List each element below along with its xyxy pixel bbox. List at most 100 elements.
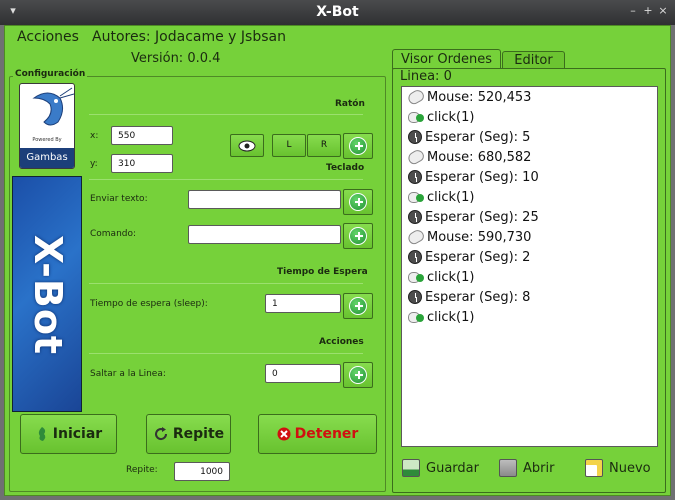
list-item[interactable]: Esperar (Seg): 2 — [408, 248, 530, 266]
list-item[interactable]: Esperar (Seg): 8 — [408, 288, 530, 306]
plus-icon — [355, 302, 363, 310]
repite-input[interactable]: 1000 — [174, 462, 230, 481]
title-bar: ▾ X-Bot – + × — [0, 0, 675, 25]
list-item[interactable]: Esperar (Seg): 5 — [408, 128, 530, 146]
plus-icon — [355, 198, 363, 206]
espera-title: Tiempo de Espera — [277, 267, 368, 277]
plus-icon — [355, 232, 363, 240]
add-sleep-button[interactable] — [343, 293, 373, 319]
teclado-separator — [89, 179, 363, 180]
list-item[interactable]: click(1) — [408, 188, 474, 206]
mouse-icon — [406, 227, 426, 247]
clock-icon — [408, 290, 422, 304]
list-item[interactable]: click(1) — [408, 108, 474, 126]
close-icon[interactable]: × — [658, 5, 668, 17]
guardar-label: Guardar — [426, 460, 479, 476]
click-icon — [408, 270, 424, 284]
list-item[interactable]: click(1) — [408, 308, 474, 326]
list-item-text: click(1) — [427, 189, 475, 205]
teclado-title: Teclado — [326, 163, 365, 173]
saltar-input[interactable]: 0 — [265, 364, 341, 383]
list-item[interactable]: Mouse: 590,730 — [406, 227, 532, 247]
detener-button[interactable]: Detener — [258, 414, 377, 454]
mouse-icon — [406, 87, 426, 107]
nuevo-button[interactable]: Nuevo — [585, 459, 651, 477]
raton-title: Ratón — [335, 99, 365, 109]
clock-icon — [408, 250, 422, 264]
stop-icon — [277, 427, 291, 441]
add-command-button[interactable] — [343, 223, 373, 249]
capture-position-button[interactable] — [230, 134, 264, 157]
raton-separator — [89, 114, 363, 115]
nuevo-label: Nuevo — [609, 460, 651, 476]
list-item[interactable]: click(1) — [408, 268, 474, 286]
powered-by-label: Powered By — [32, 137, 62, 143]
tab-visor-ordenes[interactable]: Visor Ordenes — [392, 49, 501, 69]
list-item-text: Mouse: 590,730 — [427, 229, 532, 245]
list-item[interactable]: Esperar (Seg): 25 — [408, 208, 539, 226]
list-item-text: Esperar (Seg): 5 — [425, 129, 531, 145]
saltar-label: Saltar a la Linea: — [90, 369, 166, 379]
xbot-logo-text: X-Bot — [26, 234, 70, 356]
list-item-text: Esperar (Seg): 25 — [425, 209, 539, 225]
clock-icon — [408, 130, 422, 144]
shrimp-icon — [32, 87, 74, 126]
click-icon — [408, 110, 424, 124]
add-jump-button[interactable] — [343, 362, 373, 388]
maximize-icon[interactable]: + — [643, 5, 653, 17]
gambas-label: Gambas — [20, 148, 74, 168]
comando-input[interactable] — [188, 225, 341, 244]
menu-acciones[interactable]: Acciones — [17, 29, 79, 45]
abrir-button[interactable]: Abrir — [499, 459, 554, 477]
save-icon — [402, 459, 420, 477]
list-item-text: Esperar (Seg): 2 — [425, 249, 531, 265]
click-icon — [408, 190, 424, 204]
list-item[interactable]: Mouse: 680,582 — [406, 147, 532, 167]
plus-icon — [355, 371, 363, 379]
y-label: y: — [90, 159, 98, 169]
enviar-input[interactable] — [188, 190, 341, 209]
add-mouse-button[interactable] — [343, 133, 373, 159]
list-item-text: Esperar (Seg): 8 — [425, 289, 531, 305]
list-item-text: click(1) — [427, 109, 475, 125]
click-icon — [408, 310, 424, 324]
list-item[interactable]: Mouse: 520,453 — [406, 87, 532, 107]
espera-separator — [89, 283, 363, 284]
repite-button[interactable]: Repite — [146, 414, 231, 454]
plus-icon — [355, 142, 363, 150]
minimize-icon[interactable]: – — [628, 5, 638, 17]
linea-label: Linea: 0 — [400, 69, 452, 84]
detener-label: Detener — [294, 426, 359, 442]
command-list[interactable]: Mouse: 520,453 click(1) Esperar (Seg): 5… — [401, 86, 658, 447]
clock-icon — [408, 170, 422, 184]
list-item-text: click(1) — [427, 309, 475, 325]
right-click-button[interactable]: R — [307, 134, 341, 157]
version-label: Versión: 0.0.4 — [131, 51, 221, 66]
list-item-text: click(1) — [427, 269, 475, 285]
refresh-icon — [154, 427, 167, 441]
config-legend: Configuración — [13, 69, 88, 79]
x-input[interactable]: 550 — [111, 126, 173, 145]
iniciar-button[interactable]: Iniciar — [20, 414, 117, 454]
mouse-icon — [406, 147, 426, 167]
eye-icon — [238, 140, 256, 152]
tab-editor[interactable]: Editor — [502, 51, 565, 69]
x-label: x: — [90, 131, 99, 141]
list-item-text: Mouse: 520,453 — [427, 89, 532, 105]
left-click-button[interactable]: L — [272, 134, 306, 157]
clock-icon — [408, 210, 422, 224]
add-text-button[interactable] — [343, 189, 373, 215]
menu-autores[interactable]: Autores: Jodacame y Jsbsan — [92, 29, 286, 45]
abrir-label: Abrir — [523, 460, 555, 476]
list-item[interactable]: Esperar (Seg): 10 — [408, 168, 539, 186]
list-item-text: Mouse: 680,582 — [427, 149, 532, 165]
acciones-separator — [89, 353, 363, 354]
open-icon — [499, 459, 517, 477]
new-file-icon — [585, 459, 603, 477]
guardar-button[interactable]: Guardar — [402, 459, 479, 477]
repite-btn-label: Repite — [172, 426, 225, 442]
sleep-input[interactable]: 1 — [265, 294, 341, 313]
menu-bar: Acciones Autores: Jodacame y Jsbsan — [5, 26, 670, 48]
y-input[interactable]: 310 — [111, 154, 173, 173]
sleep-label: Tiempo de espera (sleep): — [90, 299, 208, 309]
